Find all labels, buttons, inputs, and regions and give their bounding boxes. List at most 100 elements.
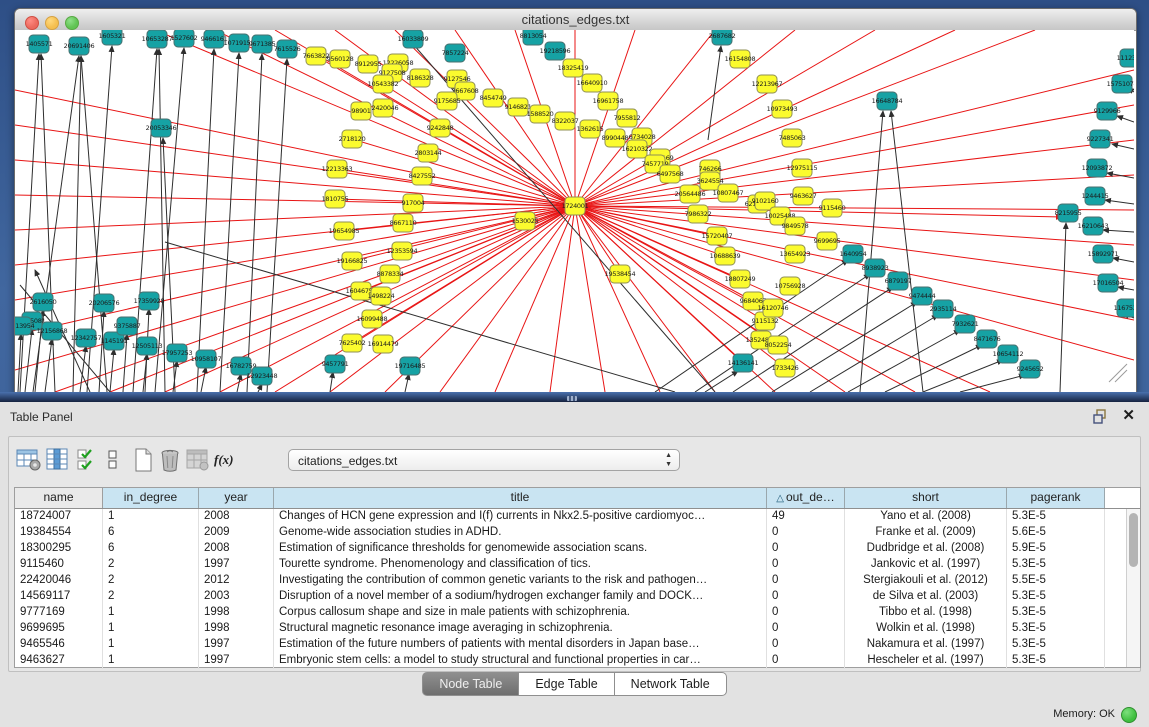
graph-node[interactable]: 6497568	[657, 165, 684, 183]
graph-node[interactable]: 8813054	[520, 30, 547, 45]
table-row[interactable]: 946362711997Embryonic stem cells: a mode…	[15, 653, 1140, 669]
graph-node[interactable]: 20053346	[146, 119, 177, 137]
memory-status-icon[interactable]	[1121, 707, 1137, 723]
row-check-icon[interactable]	[76, 448, 96, 472]
column-header-pagerank[interactable]: pagerank	[1007, 488, 1105, 508]
graph-node[interactable]: 19716485	[395, 357, 426, 375]
table-row[interactable]: 1456911722003Disruption of a novel membe…	[15, 589, 1140, 605]
graph-node[interactable]: 8878334	[377, 265, 404, 283]
column-header-title[interactable]: title	[274, 488, 767, 508]
graph-node[interactable]: 10958107	[191, 350, 222, 368]
graph-node[interactable]: 9560128	[327, 50, 354, 68]
tab-node-table[interactable]: Node Table	[422, 672, 519, 696]
graph-node[interactable]: 17957253	[162, 344, 193, 362]
graph-node[interactable]: 12093872	[1082, 159, 1113, 177]
graph-node[interactable]: 1362615	[577, 120, 604, 138]
close-panel-icon[interactable]: ✕	[1122, 406, 1135, 424]
graph-node[interactable]: 10654112	[993, 345, 1024, 363]
table-settings-icon[interactable]	[16, 448, 42, 472]
graph-node[interactable]: 22420046	[368, 99, 399, 117]
graph-node[interactable]: 8322037	[552, 112, 579, 130]
column-header-short[interactable]: short	[845, 488, 1007, 508]
graph-node[interactable]: 16033809	[398, 30, 429, 48]
graph-node[interactable]: 8186328	[407, 69, 434, 87]
graph-node[interactable]: 1810755	[322, 190, 349, 208]
column-select-icon[interactable]	[45, 448, 71, 472]
graph-node[interactable]: 1112304	[1117, 49, 1134, 67]
window-titlebar[interactable]: citations_edges.txt	[15, 9, 1136, 31]
graph-node[interactable]: 917004	[401, 194, 424, 212]
graph-node[interactable]: 9849578	[782, 217, 809, 235]
graph-node[interactable]: 9242848	[427, 119, 454, 137]
table-row[interactable]: 911546021997Tourette syndrome. Phenomeno…	[15, 557, 1140, 573]
graph-node[interactable]: 1527602	[171, 30, 198, 47]
graph-node[interactable]: 19654985	[329, 222, 360, 240]
graph-node[interactable]: 7986322	[685, 205, 712, 223]
graph-node[interactable]: 17016504	[1093, 274, 1124, 292]
graph-node[interactable]: 17359928	[134, 292, 165, 310]
graph-node[interactable]: 7932621	[952, 315, 979, 333]
network-view[interactable]: 1405571206914061605321106532871527602946…	[15, 30, 1134, 392]
column-header-year[interactable]: year	[199, 488, 274, 508]
graph-node[interactable]: 10653287	[142, 30, 173, 48]
table-source-combobox[interactable]: citations_edges.txt ▲▼	[288, 449, 680, 471]
graph-node[interactable]: 9115460	[819, 199, 846, 217]
graph-node[interactable]: 9463627	[790, 187, 817, 205]
graph-node[interactable]: 9699695	[814, 232, 841, 250]
graph-node[interactable]: 7625402	[339, 334, 366, 352]
graph-node[interactable]: 16648784	[872, 92, 903, 110]
tab-edge-table[interactable]: Edge Table	[519, 672, 614, 696]
graph-node[interactable]: 9474444	[909, 287, 936, 305]
graph-node[interactable]: 2718120	[339, 130, 366, 148]
graph-node[interactable]: 9245652	[1017, 360, 1044, 378]
tab-network-table[interactable]: Network Table	[615, 672, 727, 696]
table-row[interactable]: 2242004622012Investigating the contribut…	[15, 573, 1140, 589]
float-panel-icon[interactable]	[1093, 409, 1109, 424]
graph-node[interactable]: 19218596	[540, 42, 571, 60]
graph-node[interactable]: 7485063	[779, 129, 806, 147]
graph-node[interactable]: 9671385	[249, 35, 276, 53]
graph-node[interactable]: 12353594	[387, 242, 418, 260]
graph-node[interactable]: 6879197	[885, 272, 912, 290]
graph-node[interactable]: 1244415	[1082, 187, 1109, 205]
graph-node[interactable]: 8454749	[480, 89, 507, 107]
table-row[interactable]: 969969511998Structural magnetic resonanc…	[15, 621, 1140, 637]
graph-node[interactable]: 13654923	[780, 245, 811, 263]
graph-node[interactable]: 7857224	[442, 44, 469, 62]
graph-node[interactable]: 15751074	[1107, 75, 1134, 93]
graph-node[interactable]: 12975115	[787, 159, 818, 177]
graph-node[interactable]: 1530025	[512, 212, 539, 230]
graph-node[interactable]: 1605321	[99, 30, 126, 45]
trash-icon[interactable]	[159, 448, 181, 472]
graph-node[interactable]: 2687682	[709, 30, 736, 45]
graph-node[interactable]: 1640954	[840, 245, 867, 263]
graph-node[interactable]: 20691406	[64, 37, 95, 55]
new-document-icon[interactable]	[132, 448, 154, 472]
graph-node[interactable]: 9375887	[114, 317, 141, 335]
graph-node[interactable]: 8938923	[862, 259, 889, 277]
graph-node[interactable]: 1498224	[368, 287, 395, 305]
vertical-scrollbar[interactable]	[1126, 509, 1140, 667]
column-header-out_degree[interactable]: △out_de…	[767, 488, 845, 508]
graph-node[interactable]: 9175685	[434, 92, 461, 110]
graph-node[interactable]: 1724001	[562, 197, 589, 215]
table-row[interactable]: 946554611997Estimation of the future num…	[15, 637, 1140, 653]
graph-node[interactable]: 98901	[351, 102, 371, 120]
graph-node[interactable]: 8215955	[1055, 204, 1082, 222]
graph-node[interactable]: 14136141	[728, 354, 759, 372]
graph-node[interactable]: 12213363	[322, 160, 353, 178]
graph-node[interactable]: 2935114	[930, 300, 957, 318]
graph-node[interactable]: 7615526	[274, 40, 301, 58]
graph-node[interactable]: 8052254	[765, 336, 792, 354]
graph-node[interactable]: 2616050	[30, 293, 57, 311]
table-row[interactable]: 1938455462009Genome-wide association stu…	[15, 525, 1140, 541]
graph-node[interactable]: 1167533	[1114, 299, 1134, 317]
function-icon[interactable]: f(x)	[214, 448, 244, 476]
table-row[interactable]: 1830029562008Estimation of significance …	[15, 541, 1140, 557]
graph-node[interactable]: 12213967	[752, 75, 783, 93]
graph-node[interactable]: 2803144	[415, 144, 442, 162]
graph-node[interactable]: 9457791	[322, 355, 349, 373]
divider-grip-icon[interactable]	[567, 396, 577, 401]
graph-node[interactable]: 16210643	[1078, 217, 1109, 235]
graph-node[interactable]: 1733426	[772, 359, 799, 377]
